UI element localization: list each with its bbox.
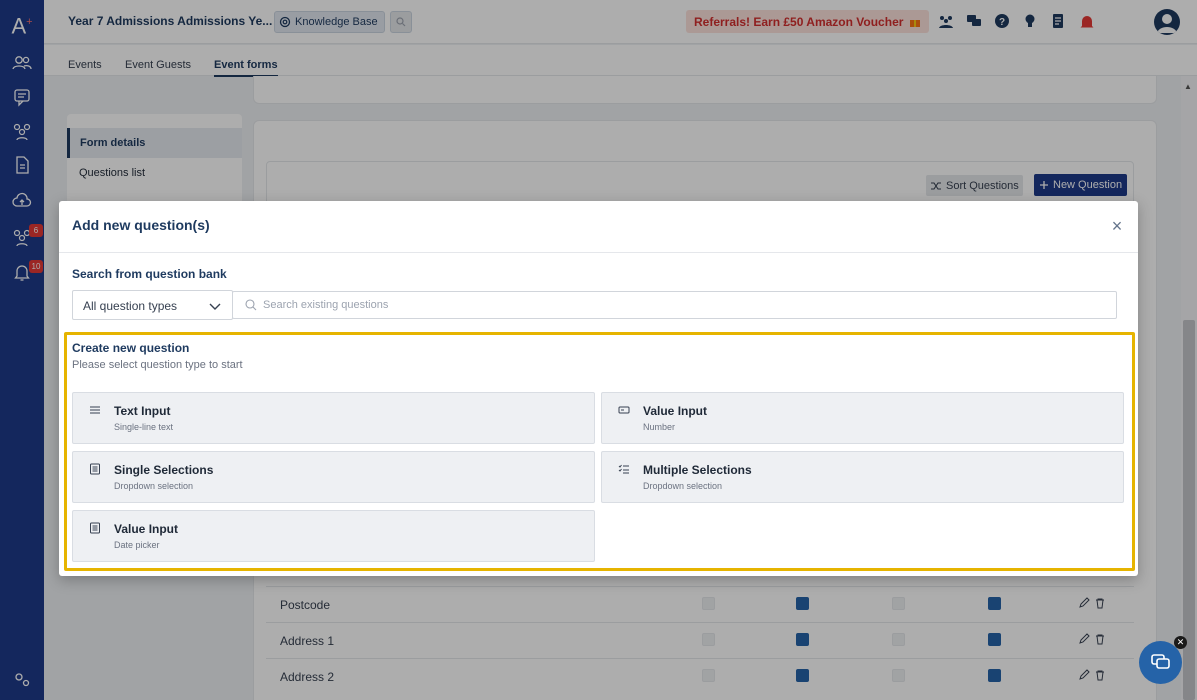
modal-title: Add new question(s): [72, 217, 210, 233]
search-icon: [245, 299, 257, 311]
question-type-title: Single Selections: [114, 463, 214, 477]
question-type-value-input-date[interactable]: Value Input Date picker: [72, 510, 595, 562]
list-box-icon: [90, 522, 100, 534]
create-question-heading: Create new question: [72, 341, 190, 355]
question-type-multiple-selections[interactable]: Multiple Selections Dropdown selection: [601, 451, 1124, 503]
question-type-select[interactable]: All question types: [72, 290, 233, 320]
create-question-subtitle: Please select question type to start: [72, 359, 243, 371]
close-icon[interactable]: ×: [1108, 217, 1126, 235]
modal-header: Add new question(s) ×: [59, 201, 1138, 253]
question-type-text-input[interactable]: Text Input Single-line text: [72, 392, 595, 444]
question-type-subtitle: Number: [643, 422, 676, 432]
search-input[interactable]: [263, 296, 1063, 314]
question-type-title: Multiple Selections: [643, 463, 752, 477]
question-type-value: All question types: [83, 299, 178, 313]
chat-dismiss-icon[interactable]: ✕: [1174, 636, 1187, 649]
question-type-title: Value Input: [114, 522, 179, 536]
question-bank-search: [232, 291, 1117, 319]
checklist-icon: [618, 464, 629, 474]
question-type-title: Text Input: [114, 404, 171, 418]
question-type-title: Value Input: [643, 404, 708, 418]
question-type-value-input-number[interactable]: Value Input Number: [601, 392, 1124, 444]
question-type-single-selections[interactable]: Single Selections Dropdown selection: [72, 451, 595, 503]
chevron-down-icon: [209, 303, 221, 310]
question-type-subtitle: Dropdown selection: [643, 481, 723, 491]
lines-icon: [90, 406, 100, 414]
question-type-subtitle: Dropdown selection: [114, 481, 194, 491]
question-type-subtitle: Single-line text: [114, 422, 174, 432]
number-field-icon: [618, 406, 630, 414]
question-bank-heading: Search from question bank: [72, 267, 227, 281]
question-type-subtitle: Date picker: [114, 540, 160, 550]
list-box-icon: [90, 463, 100, 475]
add-question-modal: Add new question(s) × Search from questi…: [59, 201, 1138, 576]
